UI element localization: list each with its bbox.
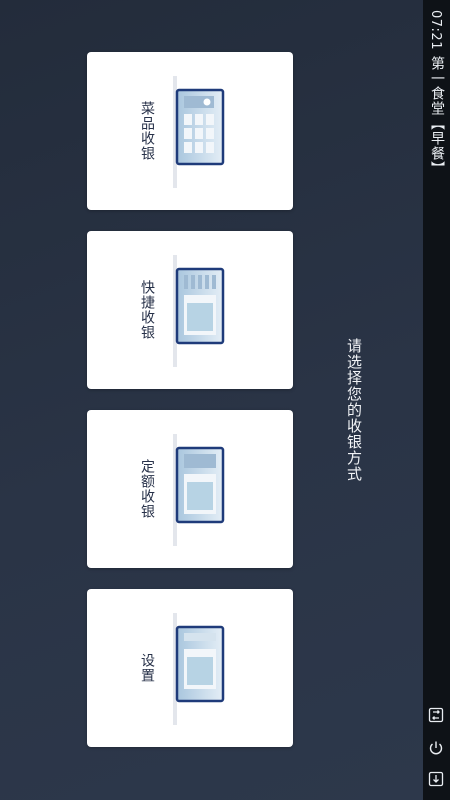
canteen-title: 第一食堂【早餐】 — [429, 56, 445, 176]
card-label: 快捷收银 — [139, 280, 155, 340]
card-label: 菜品收银 — [139, 101, 155, 161]
recent-apps-icon[interactable] — [427, 706, 445, 724]
fixed-amount-register-icon — [173, 434, 225, 546]
card-label: 定额收银 — [139, 459, 155, 519]
card-settings[interactable]: 设置 — [87, 589, 293, 747]
card-quick-register[interactable]: 快捷收银 — [87, 231, 293, 389]
quick-register-icon — [173, 255, 225, 367]
card-label: 设置 — [139, 653, 155, 683]
card-dish-register[interactable]: 菜品收银 — [87, 52, 293, 210]
dish-register-icon — [173, 76, 225, 188]
card-fixed-amount-register[interactable]: 定额收银 — [87, 410, 293, 568]
settings-screen-icon — [173, 613, 225, 725]
download-icon[interactable] — [427, 770, 445, 788]
power-icon[interactable] — [427, 739, 445, 757]
selection-prompt: 请选择您的收银方式 — [345, 338, 363, 482]
status-time: 07:21 — [428, 10, 443, 50]
